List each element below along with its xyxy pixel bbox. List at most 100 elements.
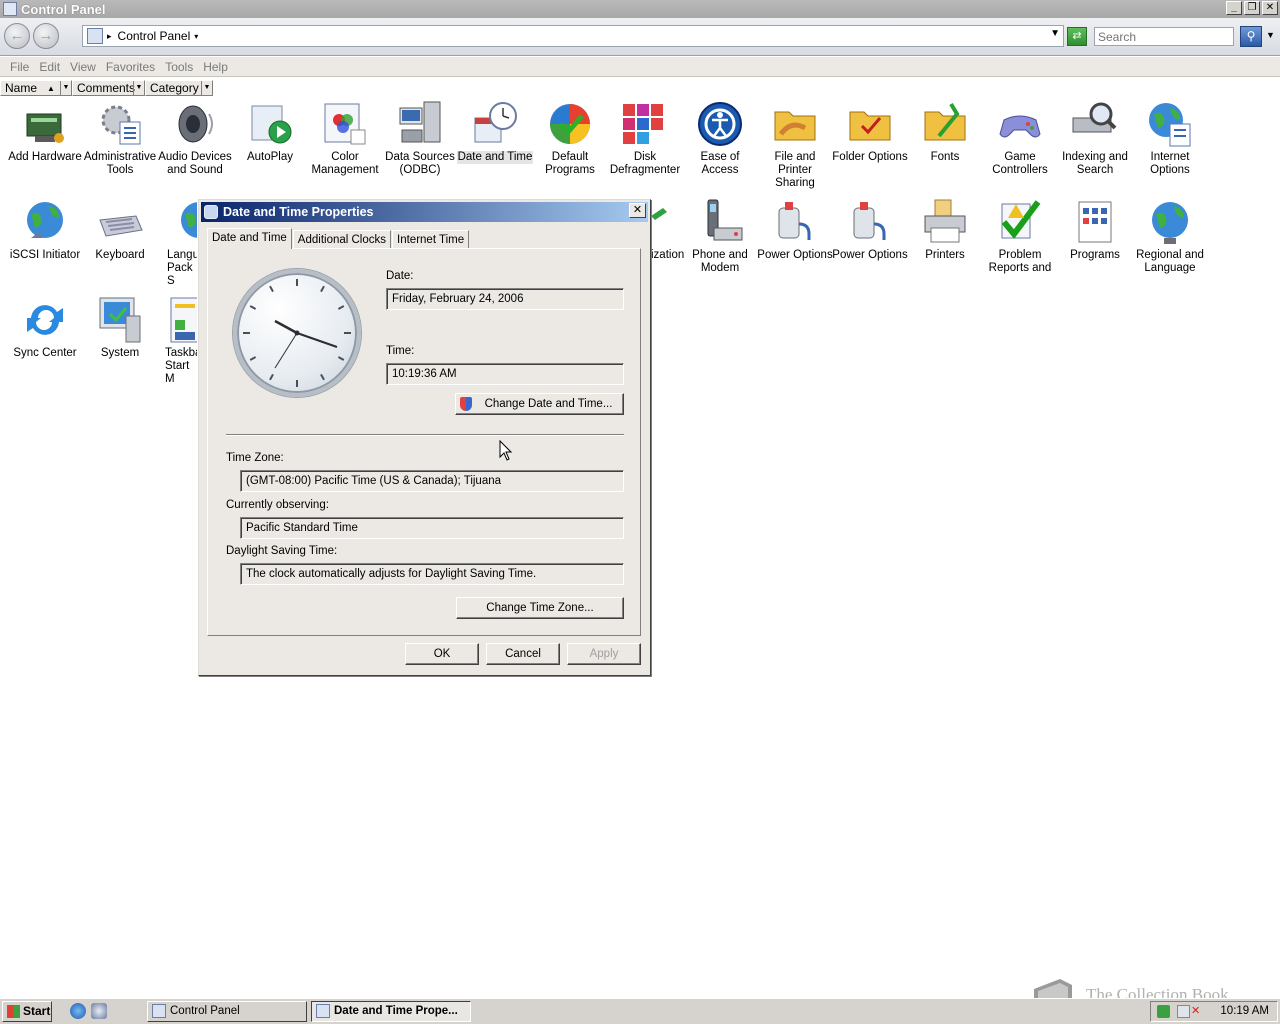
column-category[interactable]: Category ▼ — [145, 80, 213, 96]
item-internet-options[interactable]: Internet Options — [1132, 100, 1208, 177]
item-label: Date and Time — [457, 151, 533, 164]
tab-internet-time[interactable]: Internet Time — [392, 230, 470, 249]
item-autoplay[interactable]: AutoPlay — [232, 100, 308, 164]
dialog-titlebar[interactable]: Date and Time Properties — [201, 202, 648, 222]
start-label: Start — [23, 1004, 51, 1018]
item-label: System — [100, 347, 140, 359]
tray-clock[interactable]: 10:19 AM — [1220, 1002, 1269, 1021]
column-category-dropdown[interactable]: ▼ — [201, 81, 212, 95]
item-label: Printers — [925, 249, 965, 261]
forward-button[interactable]: → — [33, 23, 59, 49]
item-administrative-tools[interactable]: Administrative Tools — [82, 100, 158, 177]
taskbar-icon — [165, 296, 197, 344]
item-fonts[interactable]: Fonts — [907, 100, 983, 164]
address-input[interactable]: ▸ Control Panel ▾ ▼ — [82, 25, 1064, 47]
control-panel-icon — [87, 28, 103, 44]
item-problem-reports[interactable]: Problem Reports and — [982, 198, 1058, 275]
address-history-dropdown[interactable]: ▼ — [1050, 28, 1060, 39]
change-time-zone-button[interactable]: Change Time Zone... — [456, 597, 624, 619]
menu-tools[interactable]: Tools — [165, 60, 193, 74]
search-options-dropdown[interactable]: ▼ — [1266, 30, 1275, 40]
item-system[interactable]: System — [82, 296, 158, 360]
ok-button[interactable]: OK — [405, 643, 479, 665]
item-label: Keyboard — [95, 249, 145, 261]
default-programs-icon — [546, 100, 594, 148]
item-label: iSCSI Initiator — [9, 249, 81, 261]
observing-field: Pacific Standard Time — [240, 517, 624, 539]
breadcrumb-control-panel[interactable]: Control Panel — [118, 29, 191, 43]
item-disk-defragmenter[interactable]: Disk Defragmenter — [607, 100, 683, 177]
item-data-sources[interactable]: Data Sources (ODBC) — [382, 100, 458, 177]
folder-options-icon — [846, 100, 894, 148]
tab-panel-date-and-time: Date: Friday, February 24, 2006 Time: 10… — [207, 248, 641, 636]
item-sync-center[interactable]: Sync Center — [7, 296, 83, 360]
tab-additional-clocks[interactable]: Additional Clocks — [292, 230, 392, 249]
item-iscsi-initiator[interactable]: iSCSI Initiator — [7, 198, 83, 262]
forward-arrow-icon: → — [38, 27, 54, 44]
item-label: Ease of Access — [700, 151, 740, 176]
back-button[interactable]: ← — [4, 23, 30, 49]
cancel-button[interactable]: Cancel — [486, 643, 560, 665]
change-date-time-button[interactable]: Change Date and Time... — [455, 393, 624, 415]
menu-file[interactable]: File — [10, 60, 29, 74]
security-icon[interactable] — [1157, 1005, 1170, 1018]
change-date-time-label: Change Date and Time... — [484, 398, 613, 410]
breadcrumb-dropdown-icon[interactable]: ▾ — [194, 32, 198, 41]
start-button[interactable]: Start — [2, 1001, 52, 1022]
column-headers: Name ▲ ▼ Comments ▼ Category ▼ — [0, 80, 213, 96]
item-phone-modem[interactable]: Phone and Modem — [682, 198, 758, 275]
menu-view[interactable]: View — [70, 60, 96, 74]
apply-button[interactable]: Apply — [567, 643, 641, 665]
item-ease-of-access[interactable]: Ease of Access — [682, 100, 758, 177]
item-color-management[interactable]: Color Management — [307, 100, 383, 177]
column-name[interactable]: Name ▲ ▼ — [0, 80, 72, 96]
item-default-programs[interactable]: Default Programs — [532, 100, 608, 177]
search-input[interactable] — [1094, 27, 1234, 46]
internet-explorer-icon[interactable] — [70, 1003, 86, 1019]
column-comments[interactable]: Comments ▼ — [72, 80, 145, 96]
task-date-time-properties[interactable]: Date and Time Prope... — [311, 1001, 471, 1022]
item-label: Audio Devices and Sound — [158, 151, 232, 176]
menu-edit[interactable]: Edit — [39, 60, 60, 74]
column-name-dropdown[interactable]: ▼ — [60, 81, 71, 95]
item-regional-language[interactable]: Regional and Language — [1132, 198, 1208, 275]
date-field: Friday, February 24, 2006 — [386, 288, 624, 310]
item-audio-devices[interactable]: Audio Devices and Sound — [157, 100, 233, 177]
item-language-pack[interactable]: Langu Pack S — [157, 198, 197, 288]
dst-field: The clock automatically adjusts for Dayl… — [240, 563, 624, 585]
item-indexing-search[interactable]: Indexing and Search — [1057, 100, 1133, 177]
tab-date-and-time[interactable]: Date and Time — [207, 228, 292, 249]
sort-ascending-icon: ▲ — [47, 83, 55, 93]
item-game-controllers[interactable]: Game Controllers — [982, 100, 1058, 177]
switch-windows-icon[interactable] — [91, 1003, 107, 1019]
dialog-close-button[interactable]: ✕ — [629, 203, 646, 218]
item-file-printer-sharing[interactable]: File and Printer Sharing — [757, 100, 833, 190]
window-titlebar[interactable]: Control Panel _ ❐ ✕ — [0, 0, 1280, 18]
item-label: Phone and Modem — [692, 249, 748, 274]
column-comments-dropdown[interactable]: ▼ — [133, 81, 144, 95]
item-taskbar-start-menu[interactable]: Taskba Start M — [157, 296, 197, 386]
item-label: AutoPlay — [246, 151, 294, 163]
task-control-panel[interactable]: Control Panel — [147, 1001, 307, 1022]
item-programs[interactable]: Programs — [1057, 198, 1133, 262]
item-power-options-2[interactable]: Power Options — [832, 198, 908, 262]
search-button[interactable]: ⚲ — [1240, 26, 1262, 47]
close-button[interactable]: ✕ — [1262, 1, 1278, 15]
search-icon: ⚲ — [1246, 29, 1256, 43]
item-date-and-time[interactable]: Date and Time — [457, 100, 533, 164]
item-keyboard[interactable]: Keyboard — [82, 198, 158, 262]
menu-help[interactable]: Help — [203, 60, 228, 74]
restore-button[interactable]: ❐ — [1244, 1, 1260, 15]
minimize-button[interactable]: _ — [1226, 1, 1242, 15]
uac-shield-icon — [460, 397, 472, 411]
close-icon: ✕ — [632, 204, 643, 216]
item-add-hardware[interactable]: Add Hardware — [7, 100, 83, 164]
address-toolbar: ← → ▸ Control Panel ▾ ▼ ⇄ ⚲ ▼ — [0, 18, 1280, 56]
refresh-button[interactable]: ⇄ — [1067, 27, 1087, 46]
item-printers[interactable]: Printers — [907, 198, 983, 262]
menu-favorites[interactable]: Favorites — [106, 60, 155, 74]
item-folder-options[interactable]: Folder Options — [832, 100, 908, 164]
item-power-options-1[interactable]: Power Options — [757, 198, 833, 262]
network-icon[interactable] — [1177, 1005, 1190, 1018]
keyboard-icon — [96, 198, 144, 246]
